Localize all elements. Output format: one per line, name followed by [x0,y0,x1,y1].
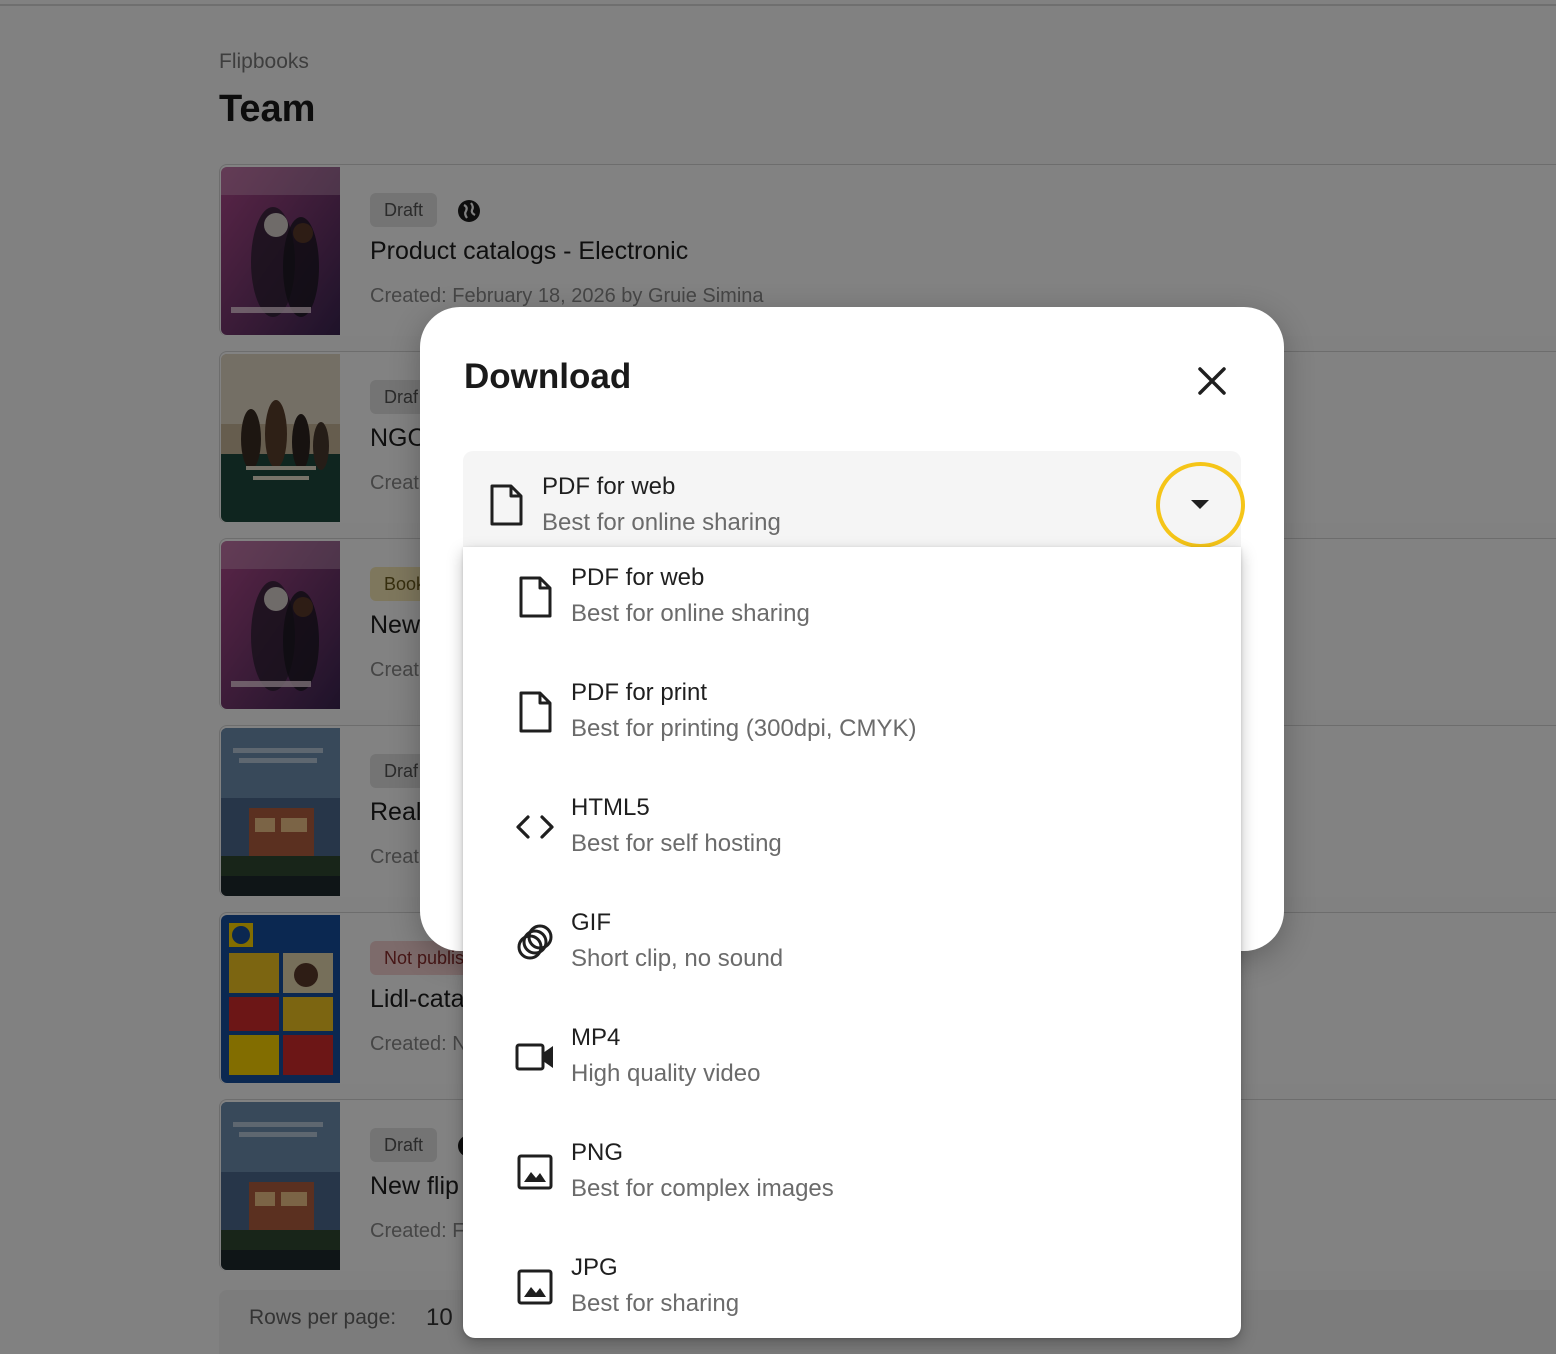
image-icon [515,1150,555,1190]
format-option-title: PDF for web [571,564,705,591]
dialog-title: Download [464,357,632,396]
format-option-title: JPG [571,1254,618,1281]
format-option-subtitle: Best for complex images [571,1175,834,1202]
format-select[interactable]: PDF for web Best for online sharing [463,451,1241,561]
selected-format-title: PDF for web [542,473,676,500]
format-option-title: PNG [571,1139,624,1166]
format-option-pdf-for-print[interactable]: PDF for print Best for printing (300dpi, … [463,662,1241,777]
format-option-jpg[interactable]: JPG Best for sharing [463,1237,1241,1338]
video-icon [515,1035,555,1075]
format-option-subtitle: Best for printing (300dpi, CMYK) [571,715,917,742]
highlight-ring [1156,462,1245,548]
gif-icon [515,920,555,960]
close-icon [1198,367,1226,395]
image-icon [515,1265,555,1305]
file-icon [515,690,555,733]
format-option-title: HTML5 [571,794,650,821]
selected-format-subtitle: Best for online sharing [542,509,781,536]
format-option-title: PDF for print [571,679,708,706]
code-icon [515,805,555,845]
format-option-subtitle: Best for self hosting [571,830,782,857]
format-option-png[interactable]: PNG Best for complex images [463,1122,1241,1237]
format-option-title: MP4 [571,1024,621,1051]
format-option-title: GIF [571,909,611,936]
format-option-pdf-for-web[interactable]: PDF for web Best for online sharing [463,547,1241,662]
format-option-mp4[interactable]: MP4 High quality video [463,1007,1241,1122]
file-icon [515,575,555,618]
format-option-subtitle: Short clip, no sound [571,945,784,972]
format-option-html5[interactable]: HTML5 Best for self hosting [463,777,1241,892]
format-menu: PDF for web Best for online sharing PDF fo… [463,547,1241,1338]
format-option-subtitle: High quality video [571,1060,761,1087]
file-icon [487,483,525,532]
close-button[interactable] [1190,359,1234,403]
format-option-subtitle: Best for sharing [571,1290,740,1317]
format-option-subtitle: Best for online sharing [571,600,810,627]
format-option-gif[interactable]: GIF Short clip, no sound [463,892,1241,1007]
